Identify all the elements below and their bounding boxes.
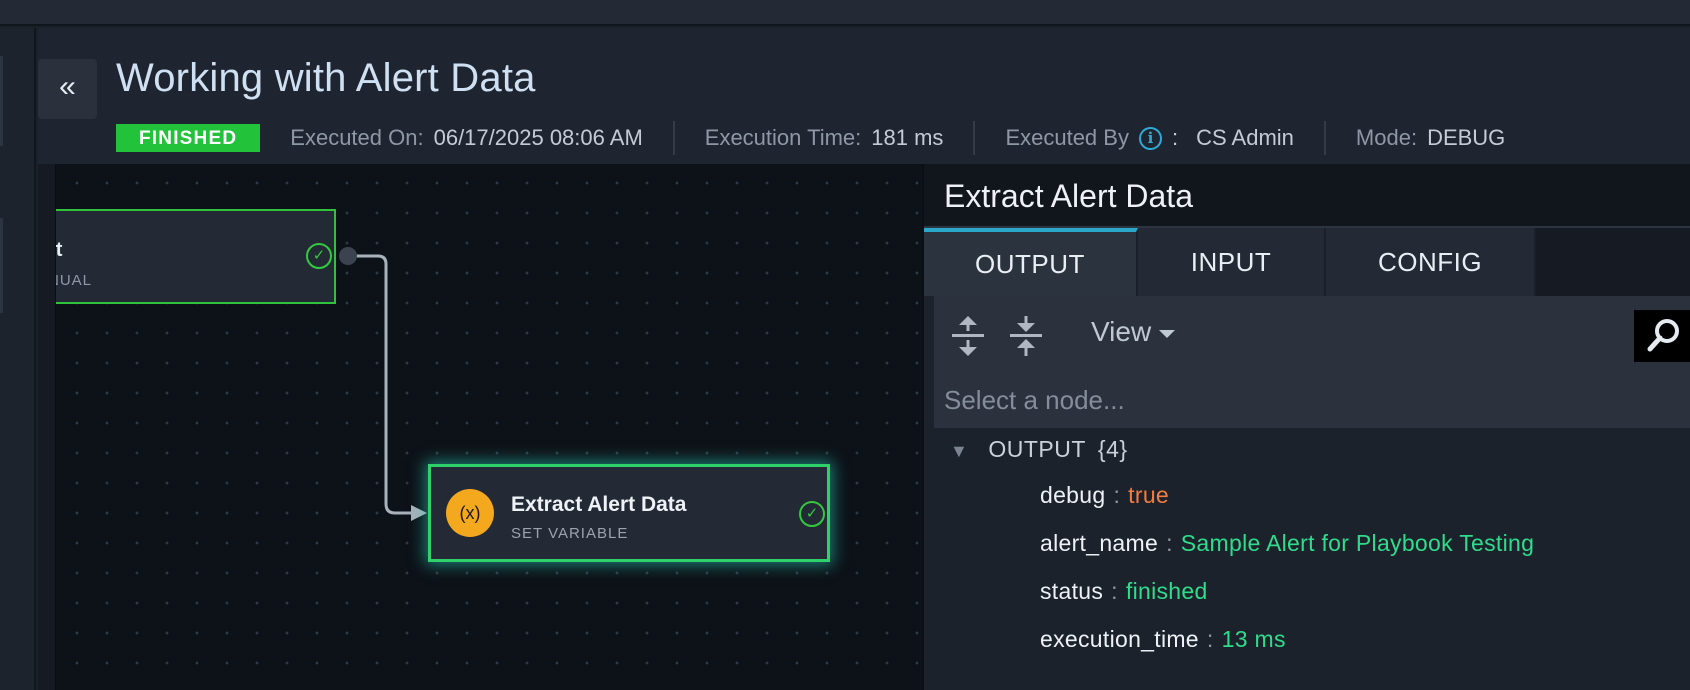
collapse-sidebar-button[interactable]: « — [38, 59, 97, 119]
tree-entry: debug: true — [1040, 482, 1170, 508]
view-dropdown[interactable]: View — [1091, 316, 1176, 348]
start-node-type: NUAL — [56, 272, 93, 289]
output-json-tree: ▼ OUTPUT {4} debug: true alert_name: Sample … — [934, 428, 1690, 690]
mode: Mode: DEBUG — [1326, 121, 1535, 155]
executed-on: Executed On: 06/17/2025 08:06 AM — [260, 121, 675, 155]
expand-all-icon[interactable] — [948, 314, 988, 358]
entry-value: Sample Alert for Playbook Testing — [1180, 530, 1535, 556]
execution-time-label: Execution Time: — [704, 125, 862, 150]
tab-config[interactable]: CONFIG — [1326, 228, 1536, 296]
tree-root-label: OUTPUT — [988, 436, 1086, 462]
mode-label: Mode: — [1355, 125, 1418, 150]
execution-time-value: 181 ms — [871, 125, 944, 150]
panel-title: Extract Alert Data — [924, 164, 1690, 228]
tree-entry: execution_time:13 ms — [1040, 626, 1286, 652]
panel-tabs: OUTPUT INPUT CONFIG — [924, 228, 1690, 296]
execution-time: Execution Time: 181 ms — [675, 121, 976, 155]
execution-header: « Working with Alert Data FINISHED Execu… — [38, 28, 1690, 164]
tree-entry: alert_name: Sample Alert for Playbook Tes… — [1040, 530, 1535, 556]
variable-icon: (x) — [446, 489, 494, 537]
mode-value: DEBUG — [1427, 125, 1506, 150]
start-node-title: rt — [56, 239, 63, 261]
playbook-canvas[interactable]: rt NUAL ✓ (x) Extract Alert Data SET VAR… — [56, 164, 922, 690]
search-button[interactable] — [1634, 310, 1690, 362]
executed-by: Executed By i : CS Admin — [975, 121, 1326, 155]
connector-arrow-icon — [411, 505, 427, 521]
sidebar-edge-item — [0, 218, 3, 313]
chevron-down-icon — [1159, 329, 1176, 338]
entry-value: true — [1128, 482, 1170, 508]
check-circle-icon: ✓ — [799, 501, 825, 527]
execution-meta-row: FINISHED Executed On: 06/17/2025 08:06 A… — [116, 118, 1535, 158]
tree-root-count: {4} — [1097, 436, 1128, 462]
status-badge: FINISHED — [116, 124, 261, 152]
tab-input[interactable]: INPUT — [1138, 228, 1326, 296]
canvas-gutter — [38, 164, 56, 690]
entry-key: alert_name — [1040, 530, 1159, 556]
extract-node-type: SET VARIABLE — [511, 525, 629, 542]
step-details-panel: Extract Alert Data OUTPUT INPUT CONFIG V… — [922, 164, 1690, 690]
tabs-spacer — [1536, 228, 1690, 296]
start-node[interactable]: rt NUAL ✓ — [56, 209, 336, 304]
extract-alert-data-node[interactable]: (x) Extract Alert Data SET VARIABLE ✓ — [428, 464, 830, 562]
caret-down-icon[interactable]: ▼ — [950, 441, 968, 462]
entry-key: status — [1040, 578, 1104, 604]
executed-by-separator: : — [1171, 125, 1179, 150]
connector-handle[interactable] — [339, 247, 357, 265]
entry-key: debug — [1040, 482, 1106, 508]
entry-value: 13 ms — [1221, 626, 1286, 652]
view-dropdown-label: View — [1091, 316, 1152, 347]
left-sidebar — [0, 28, 36, 690]
entry-key: execution_time — [1040, 626, 1199, 652]
check-circle-icon: ✓ — [306, 243, 332, 269]
executed-on-value: 06/17/2025 08:06 AM — [433, 125, 643, 150]
output-toolbar: View — [934, 296, 1690, 372]
sidebar-edge-item — [0, 56, 3, 146]
info-icon[interactable]: i — [1138, 126, 1162, 150]
extract-node-title: Extract Alert Data — [511, 493, 687, 516]
executed-by-label: Executed By — [1005, 125, 1129, 150]
entry-value: finished — [1125, 578, 1208, 604]
executed-on-label: Executed On: — [290, 125, 424, 150]
tree-root[interactable]: ▼ OUTPUT {4} — [950, 436, 1128, 463]
page-title: Working with Alert Data — [116, 56, 536, 100]
search-icon — [1647, 319, 1679, 352]
executed-by-value: CS Admin — [1196, 125, 1294, 150]
tab-output[interactable]: OUTPUT — [924, 228, 1138, 296]
top-bar — [0, 0, 1690, 26]
collapse-all-icon[interactable] — [1006, 314, 1046, 358]
node-search-input[interactable] — [934, 372, 1690, 428]
tree-entry: status: finished — [1040, 578, 1208, 604]
